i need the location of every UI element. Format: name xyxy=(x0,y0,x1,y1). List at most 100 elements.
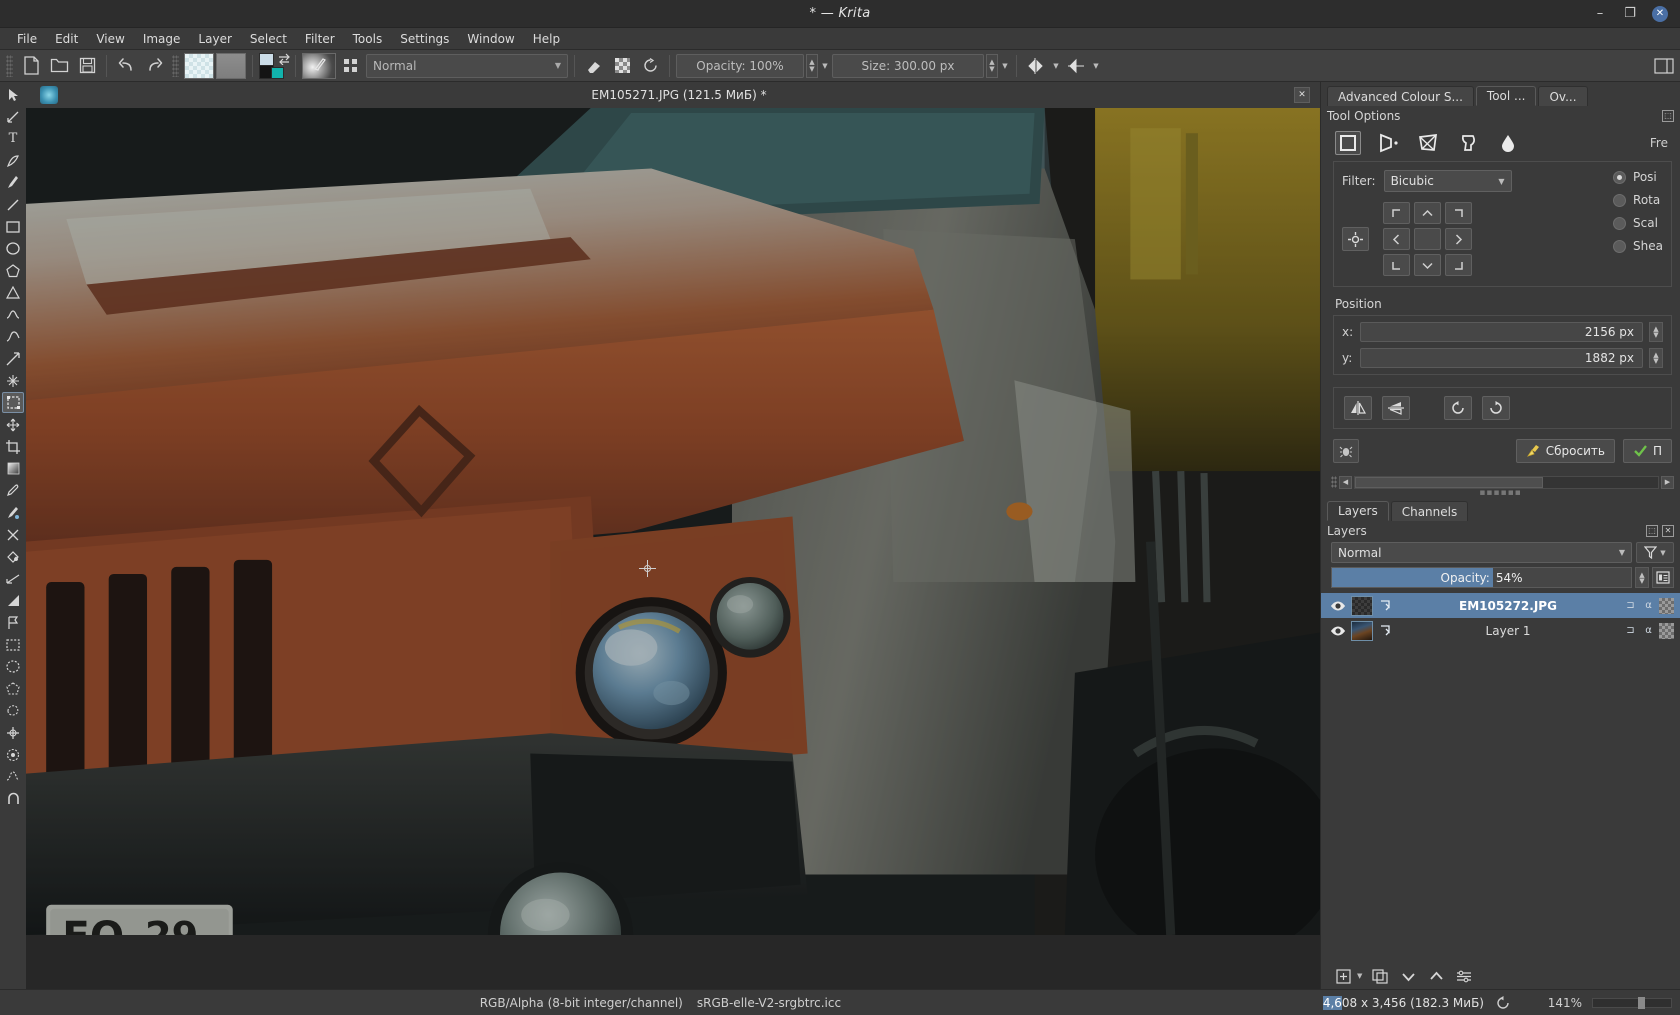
close-document-button[interactable]: ✕ xyxy=(1294,87,1310,103)
brush-preset-chooser-icon[interactable] xyxy=(338,53,364,79)
position-x-spinner[interactable]: ▲▼ xyxy=(1649,322,1663,342)
tool-text[interactable]: T xyxy=(2,128,24,149)
scrollbar-track[interactable] xyxy=(1354,476,1659,489)
tool-options-horizontal-scrollbar[interactable]: ◀ ▶ xyxy=(1331,475,1674,489)
tool-contiguous-selection[interactable] xyxy=(2,722,24,743)
inherit-alpha-badge-icon[interactable]: ⊐ xyxy=(1623,623,1638,639)
menu-settings[interactable]: Settings xyxy=(391,29,458,49)
move-layer-up-button[interactable] xyxy=(1426,966,1446,986)
layer-name[interactable]: Layer 1 xyxy=(1397,624,1619,638)
opacity-spinner[interactable]: ▲▼ xyxy=(806,54,818,78)
float-docker-icon[interactable]: ⬚ xyxy=(1646,525,1658,537)
layer-opacity-spinner[interactable]: ▲▼ xyxy=(1635,567,1649,588)
undo-icon[interactable] xyxy=(113,53,139,79)
radio-position[interactable]: Posi xyxy=(1613,170,1663,184)
preserve-alpha-icon[interactable] xyxy=(609,53,635,79)
menu-help[interactable]: Help xyxy=(524,29,569,49)
layer-row[interactable]: EM105272.JPG ⊐ α xyxy=(1321,593,1680,618)
radio-shear[interactable]: Shea xyxy=(1613,239,1663,253)
tool-colour-sampler[interactable] xyxy=(2,480,24,501)
flip-vertical-button[interactable] xyxy=(1382,396,1410,420)
position-y-input[interactable]: 1882 px xyxy=(1360,348,1643,368)
layer-blend-mode-combo[interactable]: Normal ▼ xyxy=(1331,542,1632,563)
tool-ellipse[interactable] xyxy=(2,238,24,259)
tool-select-shapes[interactable] xyxy=(2,84,24,105)
redo-icon[interactable] xyxy=(141,53,167,79)
alpha-inherit-icon[interactable] xyxy=(1377,597,1393,615)
tool-calligraphy[interactable] xyxy=(2,150,24,171)
menu-view[interactable]: View xyxy=(87,29,133,49)
zoom-slider[interactable] xyxy=(1592,998,1672,1008)
eye-icon[interactable] xyxy=(1329,622,1347,640)
tool-shape-edit[interactable] xyxy=(2,106,24,127)
reset-button[interactable]: Сбросить xyxy=(1516,439,1615,463)
opacity-options-icon[interactable]: ▼ xyxy=(820,54,830,78)
anchor-top-left[interactable] xyxy=(1383,202,1410,224)
float-docker-icon[interactable]: ⬚ xyxy=(1662,110,1674,122)
brush-size-spinner[interactable]: ▲▼ xyxy=(986,54,998,78)
new-file-icon[interactable] xyxy=(18,53,44,79)
move-layer-down-button[interactable] xyxy=(1398,966,1418,986)
tab-layers[interactable]: Layers xyxy=(1327,501,1389,521)
close-docker-icon[interactable]: ✕ xyxy=(1662,525,1674,537)
duplicate-layer-button[interactable] xyxy=(1370,966,1390,986)
anchor-centre[interactable] xyxy=(1414,228,1441,250)
tool-polygon[interactable] xyxy=(2,260,24,281)
menu-filter[interactable]: Filter xyxy=(296,29,344,49)
alpha-lock-badge-icon[interactable]: α xyxy=(1641,598,1656,614)
restore-button[interactable]: ❐ xyxy=(1622,6,1638,22)
tool-freehand-brush[interactable] xyxy=(2,172,24,193)
anchor-top-centre[interactable] xyxy=(1414,202,1441,224)
tool-smart-patch[interactable] xyxy=(2,524,24,545)
anchor-top-right[interactable] xyxy=(1445,202,1472,224)
tool-freehand-selection[interactable] xyxy=(2,700,24,721)
rotate-canvas-icon[interactable] xyxy=(1494,994,1512,1012)
menu-file[interactable]: File xyxy=(8,29,46,49)
alpha-channel-badge-icon[interactable] xyxy=(1659,623,1674,639)
toolbar-grip-2[interactable] xyxy=(172,55,179,77)
add-layer-dropdown-icon[interactable]: ▼ xyxy=(1357,972,1362,980)
layer-thumbnail[interactable] xyxy=(1351,596,1373,616)
anchor-middle-left[interactable] xyxy=(1383,228,1410,250)
flip-horizontal-button[interactable] xyxy=(1344,396,1372,420)
tool-multibrush[interactable] xyxy=(2,370,24,391)
tool-measure[interactable] xyxy=(2,568,24,589)
tool-polygonal-selection[interactable] xyxy=(2,678,24,699)
layer-properties-icon[interactable] xyxy=(1652,567,1674,588)
tool-line[interactable] xyxy=(2,194,24,215)
tab-tool-options[interactable]: Tool ... xyxy=(1476,86,1537,106)
toolbar-grip[interactable] xyxy=(6,55,13,77)
filter-combo[interactable]: Bicubic ▼ xyxy=(1384,170,1512,192)
minimize-button[interactable]: – xyxy=(1592,6,1608,22)
brush-size-slider[interactable]: Size: 300.00 px xyxy=(832,54,984,78)
layer-properties-button[interactable] xyxy=(1454,966,1474,986)
tool-dynamic-brush[interactable] xyxy=(2,348,24,369)
tab-overview[interactable]: Ov... xyxy=(1538,86,1587,106)
menu-select[interactable]: Select xyxy=(241,29,296,49)
canvas[interactable]: ЕО 29 RUS xyxy=(26,108,1320,989)
tool-fill[interactable] xyxy=(2,546,24,567)
tool-bezier-selection[interactable] xyxy=(2,766,24,787)
tool-transform[interactable] xyxy=(2,392,24,413)
layer-filter-button[interactable]: ▼ xyxy=(1636,542,1674,563)
anchor-bottom-centre[interactable] xyxy=(1414,254,1441,276)
reload-preset-icon[interactable] xyxy=(637,53,663,79)
radio-rotate[interactable]: Rota xyxy=(1613,193,1663,207)
zoom-level[interactable]: 141% xyxy=(1522,996,1582,1010)
tool-rectangle[interactable] xyxy=(2,216,24,237)
rotate-ccw-button[interactable] xyxy=(1444,396,1472,420)
brush-preset-icon[interactable] xyxy=(302,53,336,79)
tool-bezier-curve[interactable] xyxy=(2,304,24,325)
menu-image[interactable]: Image xyxy=(134,29,190,49)
menu-edit[interactable]: Edit xyxy=(46,29,87,49)
tool-magnetic-selection[interactable] xyxy=(2,788,24,809)
save-icon[interactable] xyxy=(74,53,100,79)
layer-row[interactable]: Layer 1 ⊐ α xyxy=(1321,618,1680,643)
foreground-background-colour-icon[interactable] xyxy=(259,53,289,79)
tool-crop[interactable] xyxy=(2,436,24,457)
tool-polyline[interactable] xyxy=(2,282,24,303)
layer-opacity-slider[interactable]: Opacity: 54% xyxy=(1331,567,1632,588)
perspective-transform-icon[interactable] xyxy=(1375,131,1401,155)
position-y-spinner[interactable]: ▲▼ xyxy=(1649,348,1663,368)
tool-freehand-path[interactable] xyxy=(2,326,24,347)
